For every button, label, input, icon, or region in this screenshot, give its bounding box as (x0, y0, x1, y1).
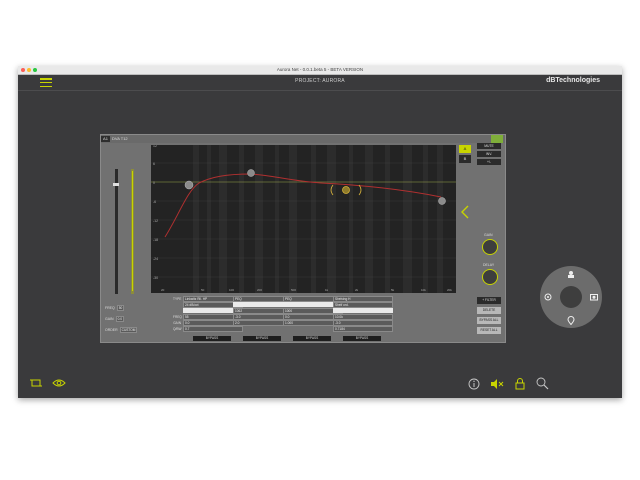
left-control-label: GAIN (105, 316, 114, 321)
preset-a-tab[interactable]: A (459, 145, 471, 153)
band-4: Shelving H Shelf ord. 10.0k -3.0 0.7184 … (323, 295, 393, 342)
panel-title: DVA T12 (112, 136, 128, 141)
band-q-field[interactable]: 0.7184 (333, 325, 393, 332)
graph-stripes (193, 145, 443, 293)
bypass-all-button[interactable]: BYPASS ALL (477, 317, 501, 324)
zoom-icon[interactable] (536, 377, 549, 390)
brand-logo: dBTechnologies (546, 77, 600, 84)
y-tick-labels: 12 6 0 -6 -12 -18 -24 -30 (153, 145, 158, 280)
app-window: Aurora Net - 0.0.1.beta 5 - BETA VERSION… (18, 66, 622, 398)
left-control-field[interactable]: CUSTOM (119, 326, 138, 333)
polarity-button[interactable]: +/- (477, 159, 501, 165)
eq-panel: A1 DVA T12 FREQ 50 GAIN 0.0 ORDER CUSTOM (100, 134, 506, 343)
lock-icon[interactable] (515, 377, 525, 390)
info-icon[interactable] (468, 378, 480, 390)
mute-button[interactable]: MUTE (477, 143, 501, 149)
eq-node-4[interactable] (438, 197, 446, 205)
left-control-row-gain: GAIN 0.0 (105, 315, 124, 322)
title-bar: Aurora Net - 0.0.1.beta 5 - BETA VERSION (18, 66, 622, 75)
y-tick-label: -12 (153, 219, 158, 223)
x-tick-label: 20k (447, 288, 452, 292)
y-tick-label: -24 (153, 257, 158, 261)
right-control-column: MUTE INV. +/- GAIN DELAY + FILTER DELETE… (475, 139, 503, 339)
band-slope-select[interactable]: Shelf ord. (333, 301, 393, 308)
project-title: PROJECT: AURORA (295, 78, 345, 84)
y-tick-label: 0 (153, 181, 155, 185)
crop-icon[interactable] (30, 378, 42, 388)
add-filter-button[interactable]: + FILTER (477, 297, 501, 304)
input-fader-track[interactable] (115, 169, 118, 294)
eq-node-2[interactable] (247, 169, 255, 177)
x-tick-label: 5k (391, 288, 395, 292)
eq-graph[interactable]: 12 6 0 -6 -12 -18 -24 -30 20 50 100 200 … (151, 145, 456, 293)
level-fader-area (105, 169, 143, 299)
y-tick-label: -18 (153, 238, 158, 242)
input-fader-handle[interactable] (113, 183, 119, 186)
y-tick-label: 12 (153, 145, 157, 148)
x-tick-label: 200 (257, 288, 262, 292)
mute-icon[interactable] (490, 378, 504, 390)
band-row-label: GAIN (173, 320, 181, 325)
invert-button[interactable]: INV. (477, 151, 501, 157)
band-row-label: Q/BW (173, 326, 182, 331)
bandwidth-handle-right (358, 184, 362, 196)
settings-icon[interactable] (544, 293, 552, 301)
band-row-label: TYPE (173, 296, 182, 301)
left-control-field[interactable]: 50 (116, 304, 125, 311)
x-tick-label: 10k (421, 288, 426, 292)
left-control-label: ORDER (105, 327, 118, 332)
x-tick-label: 1k (325, 288, 329, 292)
left-control-row-freq: FREQ 50 (105, 304, 125, 311)
left-control-row-order: ORDER CUSTOM (105, 326, 138, 333)
eye-icon[interactable] (52, 378, 66, 388)
band-white-field[interactable] (333, 308, 393, 313)
eq-node-1[interactable] (184, 180, 194, 190)
left-control-label: FREQ (105, 305, 115, 310)
gain-knob[interactable] (482, 239, 498, 255)
navigation-center-button[interactable] (560, 286, 582, 308)
delay-knob-label: DELAY (483, 263, 495, 267)
y-tick-label: 6 (153, 162, 155, 166)
camera-icon[interactable] (590, 293, 598, 301)
y-tick-label: -30 (153, 276, 158, 280)
delay-knob[interactable] (482, 269, 498, 285)
header-divider (18, 90, 622, 91)
collapse-arrow-icon[interactable] (460, 205, 470, 219)
y-tick-label: -6 (153, 200, 156, 204)
preset-b-tab[interactable]: B (459, 155, 471, 163)
x-tick-label: 500 (291, 288, 296, 292)
gain-knob-label: GAIN (484, 233, 493, 237)
location-pin-icon[interactable] (567, 316, 575, 325)
x-tick-label: 100 (229, 288, 234, 292)
left-control-field[interactable]: 0.0 (115, 315, 124, 322)
eq-node-3-selected[interactable] (342, 186, 350, 194)
group-icon[interactable] (567, 270, 575, 278)
x-tick-label: 2k (355, 288, 359, 292)
x-tick-label: 50 (201, 288, 205, 292)
x-tick-label: 20 (161, 288, 165, 292)
panel-title-bar: A1 DVA T12 (101, 135, 505, 143)
reset-all-button[interactable]: RESET ALL (477, 327, 501, 334)
eq-bands: TYPE Linkwitz Ril. HP 24 dB/oct FREQ 55 GA… (151, 295, 456, 342)
navigation-wheel[interactable] (540, 266, 602, 328)
eq-curve (164, 173, 442, 238)
band-bypass-button[interactable]: BYPASS (343, 336, 381, 341)
delete-filter-button[interactable]: DELETE (477, 307, 501, 314)
window-title: Aurora Net - 0.0.1.beta 5 - BETA VERSION (276, 67, 364, 72)
panel-badge[interactable]: A1 (101, 136, 110, 142)
band-row-label: FREQ (173, 314, 182, 319)
